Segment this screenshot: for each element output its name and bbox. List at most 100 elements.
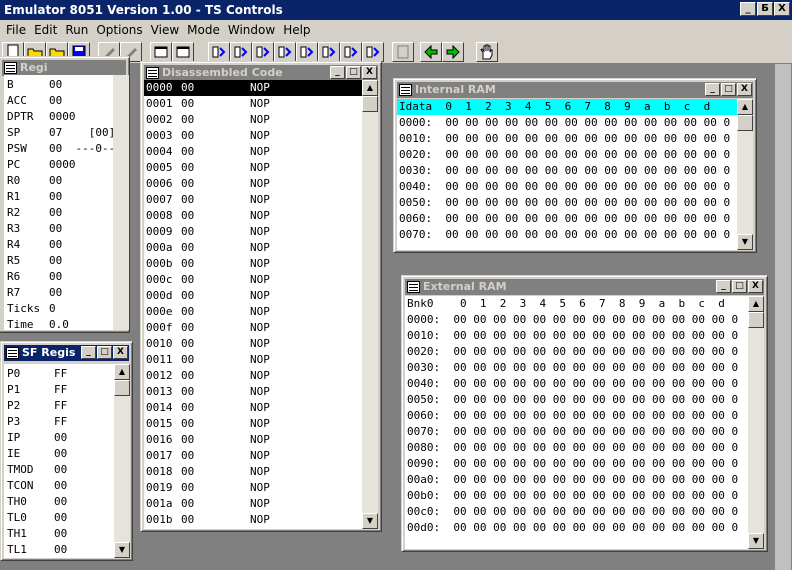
toolbar-button[interactable] <box>208 42 230 62</box>
code-line[interactable]: 000a 00 NOP <box>144 240 362 256</box>
ram-row[interactable]: 0060: 00 00 00 00 00 00 00 00 00 00 00 0… <box>405 408 748 424</box>
ram-row[interactable]: 0060: 00 00 00 00 00 00 00 00 00 00 00 0… <box>397 211 737 227</box>
ram-row[interactable]: 0080: 00 00 00 00 00 00 00 00 00 00 00 0… <box>405 440 748 456</box>
ram-row[interactable]: 0070: 00 00 00 00 00 00 00 00 00 00 00 0… <box>397 227 737 243</box>
register-value[interactable]: 00 <box>54 430 67 446</box>
scroll-down-arrow-icon[interactable]: ▼ <box>114 542 130 558</box>
ram-row[interactable]: 0040: 00 00 00 00 00 00 00 00 00 00 00 0… <box>405 376 748 392</box>
menu-mode[interactable]: Mode <box>183 23 224 37</box>
register-value[interactable]: 00 <box>49 173 62 189</box>
external-ram-scrollbar[interactable]: ▲ ▼ <box>748 296 764 549</box>
register-value[interactable]: 00 <box>49 93 62 109</box>
code-line[interactable]: 0010 00 NOP <box>144 336 362 352</box>
code-line[interactable]: 000c 00 NOP <box>144 272 362 288</box>
disassembly-window[interactable]: Disassembled Code _ □ X 0000 00 NOP 0001 00 N… <box>140 61 382 532</box>
code-line[interactable]: 0013 00 NOP <box>144 384 362 400</box>
toolbar-button[interactable] <box>150 42 172 62</box>
register-value[interactable]: 00 <box>49 285 62 301</box>
register-value[interactable]: 00 <box>54 446 67 462</box>
code-line[interactable]: 0019 00 NOP <box>144 480 362 496</box>
toolbar-button[interactable] <box>172 42 194 62</box>
scroll-up-arrow-icon[interactable]: ▲ <box>737 99 753 115</box>
code-line[interactable]: 000d 00 NOP <box>144 288 362 304</box>
ram-row[interactable]: 0050: 00 00 00 00 00 00 00 00 00 00 00 0… <box>397 195 737 211</box>
ram-row[interactable]: 0090: 00 00 00 00 00 00 00 00 00 00 00 0… <box>405 456 748 472</box>
register-value[interactable]: FF <box>54 398 67 414</box>
minimize-button[interactable]: _ <box>740 2 756 16</box>
toolbar-button[interactable] <box>362 42 384 62</box>
register-value[interactable]: 00 <box>49 77 62 93</box>
register-value[interactable]: FF <box>54 414 67 430</box>
code-line[interactable]: 0011 00 NOP <box>144 352 362 368</box>
sfr-minimize-button[interactable]: _ <box>81 346 96 359</box>
register-value[interactable]: 0.0 <box>49 317 69 330</box>
menu-run[interactable]: Run <box>61 23 92 37</box>
code-line[interactable]: 0017 00 NOP <box>144 448 362 464</box>
registers-title-bar[interactable]: Regi <box>2 60 126 76</box>
ram-row[interactable]: 0020: 00 00 00 00 00 00 00 00 00 00 00 0… <box>405 344 748 360</box>
menu-file[interactable]: File <box>2 23 30 37</box>
code-line[interactable]: 0008 00 NOP <box>144 208 362 224</box>
external-ram-window[interactable]: External RAM _ □ X Bnk0 0 1 2 3 4 5 6 7 … <box>401 275 768 552</box>
ram-row[interactable]: 0010: 00 00 00 00 00 00 00 00 00 00 00 0… <box>397 131 737 147</box>
code-line[interactable]: 0009 00 NOP <box>144 224 362 240</box>
code-line[interactable]: 000e 00 NOP <box>144 304 362 320</box>
register-value[interactable]: 00 ---0-- <box>49 141 115 157</box>
code-line[interactable]: 000b 00 NOP <box>144 256 362 272</box>
ram-row[interactable]: 0000: 00 00 00 00 00 00 00 00 00 00 00 0… <box>397 115 737 131</box>
register-value[interactable]: FF <box>54 382 67 398</box>
code-line[interactable]: 0018 00 NOP <box>144 464 362 480</box>
external-ram-minimize-button[interactable]: _ <box>716 280 731 293</box>
internal-ram-scrollbar[interactable]: ▲ ▼ <box>737 99 753 250</box>
disassembly-close-button[interactable]: X <box>362 66 377 79</box>
close-button[interactable]: X <box>774 2 790 16</box>
internal-ram-close-button[interactable]: X <box>737 83 752 96</box>
external-ram-grid[interactable]: Bnk0 0 1 2 3 4 5 6 7 8 9 a b c d 0000: 00… <box>405 296 748 549</box>
disassembly-minimize-button[interactable]: _ <box>330 66 345 79</box>
toolbar-button[interactable] <box>230 42 252 62</box>
ram-row[interactable]: 00c0: 00 00 00 00 00 00 00 00 00 00 00 0… <box>405 504 748 520</box>
register-value[interactable]: 0 <box>49 301 56 317</box>
menu-window[interactable]: Window <box>224 23 279 37</box>
menu-help[interactable]: Help <box>279 23 314 37</box>
ram-row[interactable]: 0040: 00 00 00 00 00 00 00 00 00 00 00 0… <box>397 179 737 195</box>
scroll-down-arrow-icon[interactable]: ▼ <box>737 234 753 250</box>
registers-window[interactable]: Regi B 00 ACC 00 DPTR 0000 SP 07 [00] PSW 00 ---0… <box>0 56 130 333</box>
sfr-window[interactable]: SF Regis _ □ X P0 FF P1 FF P2 FF P3 FF IP 00 IE 00 T… <box>0 341 133 561</box>
code-line[interactable]: 001a 00 NOP <box>144 496 362 512</box>
toolbar-button[interactable] <box>318 42 340 62</box>
code-line[interactable]: 0006 00 NOP <box>144 176 362 192</box>
register-value[interactable]: 00 <box>49 269 62 285</box>
internal-ram-grid[interactable]: Idata 0 1 2 3 4 5 6 7 8 9 a b c d 0000: 0… <box>397 99 737 250</box>
code-line[interactable]: 0007 00 NOP <box>144 192 362 208</box>
mdi-scrollbar[interactable] <box>775 64 791 570</box>
ram-row[interactable]: 00a0: 00 00 00 00 00 00 00 00 00 00 00 0… <box>405 472 748 488</box>
scroll-thumb[interactable] <box>737 115 753 131</box>
register-value[interactable]: 07 [00] <box>49 125 115 141</box>
toolbar-button[interactable] <box>252 42 274 62</box>
register-value[interactable]: 00 <box>54 478 67 494</box>
internal-ram-title-bar[interactable]: Internal RAM <box>397 82 753 98</box>
restore-button[interactable]: Б <box>757 2 773 16</box>
ram-row[interactable]: 0010: 00 00 00 00 00 00 00 00 00 00 00 0… <box>405 328 748 344</box>
register-value[interactable]: 00 <box>49 221 62 237</box>
code-line[interactable]: 000f 00 NOP <box>144 320 362 336</box>
sfr-close-button[interactable]: X <box>113 346 128 359</box>
register-value[interactable]: 00 <box>54 526 67 542</box>
register-value[interactable]: 00 <box>54 542 67 558</box>
toolbar-button[interactable] <box>476 42 498 62</box>
code-line[interactable]: 0014 00 NOP <box>144 400 362 416</box>
register-value[interactable]: 00 <box>54 510 67 526</box>
toolbar-button[interactable] <box>296 42 318 62</box>
scroll-up-arrow-icon[interactable]: ▲ <box>114 364 130 380</box>
disassembly-maximize-button[interactable]: □ <box>346 66 361 79</box>
register-value[interactable]: 00 <box>49 237 62 253</box>
ram-row[interactable]: 0020: 00 00 00 00 00 00 00 00 00 00 00 0… <box>397 147 737 163</box>
menu-edit[interactable]: Edit <box>30 23 61 37</box>
register-value[interactable]: 00 <box>54 494 67 510</box>
external-ram-close-button[interactable]: X <box>748 280 763 293</box>
code-line[interactable]: 0005 00 NOP <box>144 160 362 176</box>
register-value[interactable]: 00 <box>49 205 62 221</box>
code-line[interactable]: 0003 00 NOP <box>144 128 362 144</box>
toolbar-button[interactable] <box>340 42 362 62</box>
